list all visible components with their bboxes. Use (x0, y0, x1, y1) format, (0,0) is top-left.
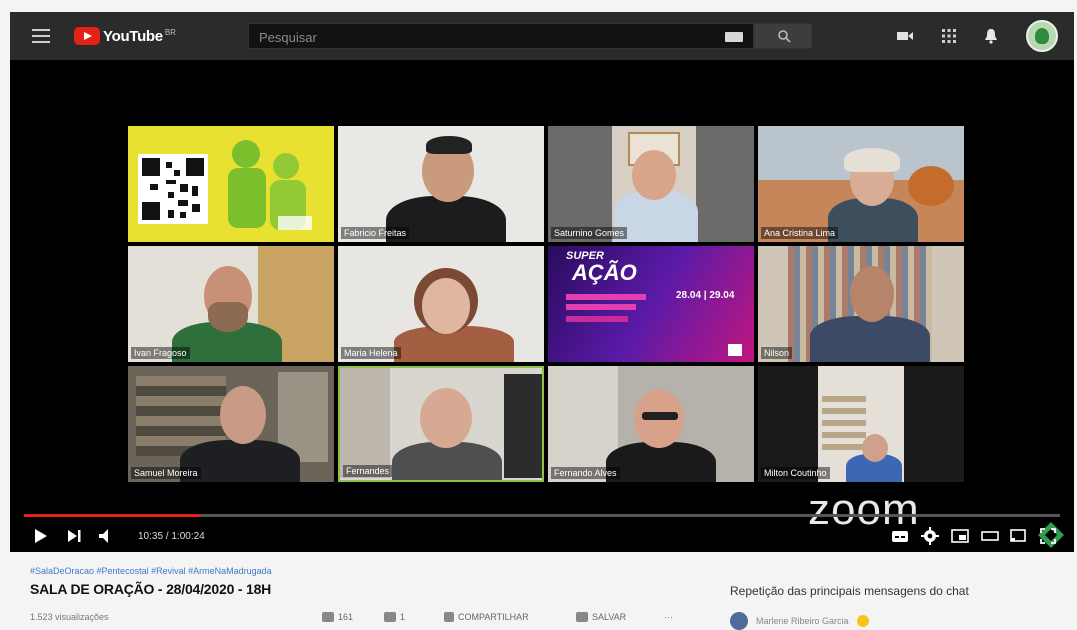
more-actions-button[interactable]: ··· (664, 612, 673, 622)
progress-fill (24, 514, 201, 517)
participant-tile-5: Ivan Fragoso (128, 246, 334, 362)
search-input[interactable] (259, 29, 699, 45)
playlist-add-icon (576, 612, 588, 622)
youtube-play-logo-icon (74, 27, 100, 45)
next-icon[interactable] (64, 526, 84, 546)
logo-region: BR (164, 27, 176, 37)
participant-tile-12: Milton Coutinho (758, 366, 964, 482)
participant-tile-6: Maria Helena (338, 246, 544, 362)
participant-name: Fabricio Freitas (341, 227, 410, 239)
notifications-icon[interactable] (982, 27, 1000, 45)
fullscreen-icon[interactable] (1038, 526, 1058, 546)
settings-gear-icon[interactable] (920, 526, 940, 546)
create-video-icon[interactable] (896, 27, 914, 45)
thumbs-down-icon (384, 612, 396, 622)
youtube-player-screen: YouTube BR Pesquisar Fabricio Freitas Sa… (10, 12, 1074, 552)
search-icon (778, 30, 791, 43)
participant-tile-11: Fernando Alves (548, 366, 754, 482)
search-box (248, 23, 754, 49)
avatar (730, 612, 748, 630)
search-button[interactable] (754, 23, 812, 49)
share-icon (444, 612, 454, 622)
participant-name: Nilson (761, 347, 793, 359)
chat-replay-header[interactable]: Repetição das principais mensagens do ch… (730, 584, 969, 598)
menu-icon[interactable] (32, 29, 50, 43)
participant-tile-8: Nilson (758, 246, 964, 362)
video-title: SALA DE ORAÇÃO - 28/04/2020 - 18H (30, 581, 272, 597)
dislike-button[interactable]: 1 (384, 612, 405, 622)
emoji-icon (856, 615, 869, 627)
promo-line-2: AÇÃO (572, 260, 637, 285)
miniplayer-icon[interactable] (950, 526, 970, 546)
keyboard-icon[interactable] (725, 32, 743, 42)
participant-name: Fernando Alves (551, 467, 620, 479)
progress-bar[interactable] (24, 514, 1060, 517)
player-controls: 10:35 / 1:00:24 (10, 520, 1074, 552)
participant-name: Milton Coutinho (761, 467, 830, 479)
participant-name: Samuel Moreira (131, 467, 201, 479)
participant-tile-9: Samuel Moreira (128, 366, 334, 482)
view-count: 1.523 visualizações (30, 612, 109, 622)
save-label: SALVAR (592, 612, 627, 622)
like-button[interactable]: 161 (322, 612, 353, 622)
participant-tile-promo: SUPER AÇÃO 28.04 | 29.04 (548, 246, 754, 362)
promo-dates: 28.04 | 29.04 (676, 290, 735, 301)
time-display: 10:35 / 1:00:24 (138, 531, 205, 542)
apps-icon[interactable] (940, 27, 958, 45)
participant-tile-4: Ana Cristina Lima (758, 126, 964, 242)
theater-mode-icon[interactable] (980, 526, 1000, 546)
chat-message: Marlene Ribeiro Garcia (730, 612, 869, 630)
qr-code-graphic (138, 140, 312, 230)
volume-icon[interactable] (96, 526, 116, 546)
thumbs-up-icon (322, 612, 334, 622)
participant-tile-qr (128, 126, 334, 242)
logo-text: YouTube (103, 27, 163, 45)
save-button[interactable]: SALVAR (576, 612, 626, 622)
subtitles-icon[interactable] (890, 526, 910, 546)
participant-name: Maria Helena (341, 347, 401, 359)
participant-tile-active-speaker: Fernandes (338, 366, 544, 482)
cast-icon[interactable] (1008, 526, 1028, 546)
youtube-logo[interactable]: YouTube BR (74, 26, 176, 46)
participant-tile-3: Saturnino Gomes (548, 126, 754, 242)
participant-name: Saturnino Gomes (551, 227, 628, 239)
participant-name: Fernandes (343, 465, 393, 477)
participant-name: Ivan Fragoso (131, 347, 190, 359)
share-button[interactable]: COMPARTILHAR (444, 612, 529, 622)
like-count: 161 (338, 612, 354, 622)
dislike-count: 1 (400, 612, 406, 622)
chat-author-name: Marlene Ribeiro Garcia (756, 616, 849, 626)
video-hashtags[interactable]: #SalaDeOracao #Pentecostal #Revival #Arm… (30, 566, 272, 576)
share-label: COMPARTILHAR (458, 612, 529, 622)
youtube-top-bar: YouTube BR (10, 12, 1074, 60)
zoom-gallery: Fabricio Freitas Saturnino Gomes Ana Cri… (10, 60, 1074, 548)
participant-name: Ana Cristina Lima (761, 227, 839, 239)
play-icon[interactable] (30, 526, 50, 546)
participant-tile-2: Fabricio Freitas (338, 126, 544, 242)
avatar[interactable] (1026, 20, 1058, 52)
